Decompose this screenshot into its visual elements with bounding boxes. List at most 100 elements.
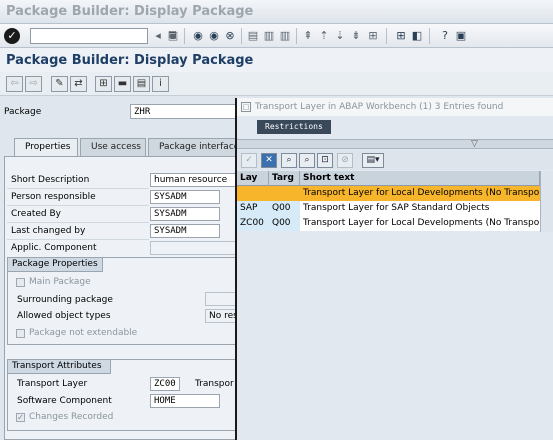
properties-panel: Short Description human resource Person …	[4, 156, 239, 440]
cancel-icon[interactable]: ✕	[261, 153, 277, 168]
chevron-down-icon[interactable]: ▽	[471, 139, 478, 149]
next-object-icon[interactable]: ⇨	[25, 76, 42, 92]
print-menu-icon[interactable]: ▤▾	[362, 153, 384, 168]
not-extendable-checkbox[interactable]	[16, 329, 25, 338]
cell-layer: SAP	[237, 201, 269, 216]
layout-menu-icon[interactable]: ◧	[410, 29, 424, 43]
short-description-field[interactable]: human resource	[150, 173, 239, 187]
table-row[interactable]: SAP Q00 Transport Layer for SAP Standard…	[237, 201, 540, 216]
column-header-short-text[interactable]: Short text	[300, 171, 540, 186]
row-divider	[7, 222, 149, 223]
short-description-label: Short Description	[11, 175, 90, 185]
software-component-label: Software Component	[17, 396, 112, 406]
previous-page-icon[interactable]: ⇡	[317, 29, 331, 43]
save-icon[interactable]: ▣	[166, 29, 180, 43]
filter-icon[interactable]: ⊘	[337, 153, 353, 168]
main-package-label: Main Package	[29, 277, 91, 287]
transport-layer-field[interactable]: ZC00	[150, 377, 180, 391]
value-help-popup: □ Transport Layer in ABAP Workbench (1) …	[235, 98, 553, 440]
application-toolbar: ⇦ ⇨ ✎ ⇄ ⊞ ▬ ▤ i	[0, 72, 553, 96]
next-page-icon[interactable]: ⇣	[333, 29, 347, 43]
last-changed-by-field[interactable]: SYSADM	[150, 224, 220, 238]
transport-attributes-header: Transport Attributes	[7, 359, 111, 374]
tab-restrictions[interactable]: Restrictions	[257, 120, 331, 134]
print-icon[interactable]: ▤	[246, 29, 260, 43]
allowed-object-types-field[interactable]: No res	[205, 309, 239, 323]
row-divider	[7, 188, 149, 189]
create-shortcut-icon[interactable]: ⊞	[394, 29, 408, 43]
surrounding-package-label: Surrounding package	[17, 295, 113, 305]
surrounding-package-field[interactable]	[205, 292, 239, 306]
enter-check-icon[interactable]: ✓	[4, 28, 20, 44]
customize-layout-icon[interactable]: ▣	[454, 29, 468, 43]
tab-use-access[interactable]: Use access	[80, 138, 146, 156]
info-icon[interactable]: i	[152, 76, 169, 92]
display-change-icon[interactable]: ✎	[51, 76, 68, 92]
table-scroll-area[interactable]	[540, 171, 553, 232]
changes-recorded-checkbox[interactable]: ✓	[16, 413, 25, 422]
window-title-bar: Package Builder: Display Package	[0, 0, 553, 24]
row-divider	[7, 239, 149, 240]
package-properties-header: Package Properties	[7, 257, 103, 272]
applic-component-label: Applic. Component	[11, 243, 97, 253]
check-icon[interactable]: ⊞	[95, 76, 112, 92]
find-next-icon[interactable]: ⌕	[299, 153, 315, 168]
person-responsible-label: Person responsible	[11, 192, 96, 202]
table-row[interactable]: ZC00 Q00 Transport Layer for Local Devel…	[237, 216, 540, 231]
applic-component-field[interactable]	[150, 241, 239, 255]
tab-strip: Properties Use access Package interface	[0, 138, 236, 156]
not-extendable-label: Package not extendable	[29, 328, 138, 338]
table-row[interactable]: Transport Layer for Local Developments (…	[237, 186, 540, 201]
command-field[interactable]: ▤	[30, 28, 177, 44]
table-header: Lay Targ Short text	[237, 171, 540, 186]
tab-package-interface[interactable]: Package interface	[148, 138, 236, 156]
cell-target	[269, 186, 300, 201]
restrictions-toggle[interactable]: ▽	[237, 139, 553, 149]
find-next-icon[interactable]: ▥	[278, 29, 292, 43]
new-session-icon[interactable]: ⊞	[366, 29, 380, 43]
software-component-field[interactable]: HOME	[150, 394, 220, 408]
column-header-target[interactable]: Targ	[269, 171, 300, 186]
row-divider	[7, 205, 149, 206]
where-used-icon[interactable]: ▤	[133, 76, 150, 92]
find-icon[interactable]: ⌕	[281, 153, 297, 168]
created-by-label: Created By	[11, 209, 61, 219]
popup-title-bar: □ Transport Layer in ABAP Workbench (1) …	[237, 98, 553, 116]
expand-arrow-icon[interactable]: ◂	[151, 29, 165, 43]
toolbar-divider	[184, 28, 185, 44]
changes-recorded-label: Changes Recorded	[29, 412, 114, 422]
cell-short-text: Transport Layer for Local Developments (…	[303, 218, 540, 228]
sort-icon[interactable]: ⊡	[317, 153, 333, 168]
exit-icon[interactable]: ◉	[207, 29, 221, 43]
popup-toolbar: ✓ ✕ ⌕ ⌕ ⊡ ⊘ ▤▾	[237, 150, 553, 170]
cell-target: Q00	[269, 201, 300, 216]
copy-icon[interactable]: ✓	[241, 153, 257, 168]
previous-object-icon[interactable]: ⇦	[6, 76, 23, 92]
transport-layer-trailing: Transpor	[195, 379, 234, 389]
toolbar-divider	[386, 28, 387, 44]
other-object-icon[interactable]: ⇄	[70, 76, 87, 92]
cell-layer	[237, 186, 269, 201]
back-icon[interactable]: ◉	[191, 29, 205, 43]
window-title: Package Builder: Display Package	[6, 4, 254, 19]
cell-layer: ZC00	[237, 216, 269, 231]
cell-target: Q00	[269, 216, 300, 231]
cell-short-text: Transport Layer for SAP Standard Objects	[303, 203, 490, 213]
last-page-icon[interactable]: ⇟	[349, 29, 363, 43]
first-page-icon[interactable]: ⇞	[301, 29, 315, 43]
column-header-layer[interactable]: Lay	[237, 171, 269, 186]
activate-icon[interactable]: ▬	[114, 76, 131, 92]
find-icon[interactable]: ▥	[262, 29, 276, 43]
created-by-field[interactable]: SYSADM	[150, 207, 220, 221]
cancel-icon[interactable]: ⊗	[223, 29, 237, 43]
person-responsible-field[interactable]: SYSADM	[150, 190, 220, 204]
standard-toolbar: ✓ ▤ ◂ ▣ ◉ ◉ ⊗ ▤ ▥ ▥ ⇞ ⇡ ⇣ ⇟ ⊞ ⊞ ◧ ? ▣	[0, 24, 553, 48]
page-title: Package Builder: Display Package	[6, 53, 254, 68]
tab-properties[interactable]: Properties	[14, 138, 78, 156]
package-field[interactable]: ZHR	[130, 104, 240, 119]
main-package-checkbox[interactable]	[16, 278, 25, 287]
toolbar-divider	[241, 28, 242, 44]
cell-short-text: Transport Layer for Local Developments (…	[303, 188, 540, 198]
application-title-bar: Package Builder: Display Package	[0, 48, 553, 72]
help-icon[interactable]: ?	[438, 29, 452, 43]
